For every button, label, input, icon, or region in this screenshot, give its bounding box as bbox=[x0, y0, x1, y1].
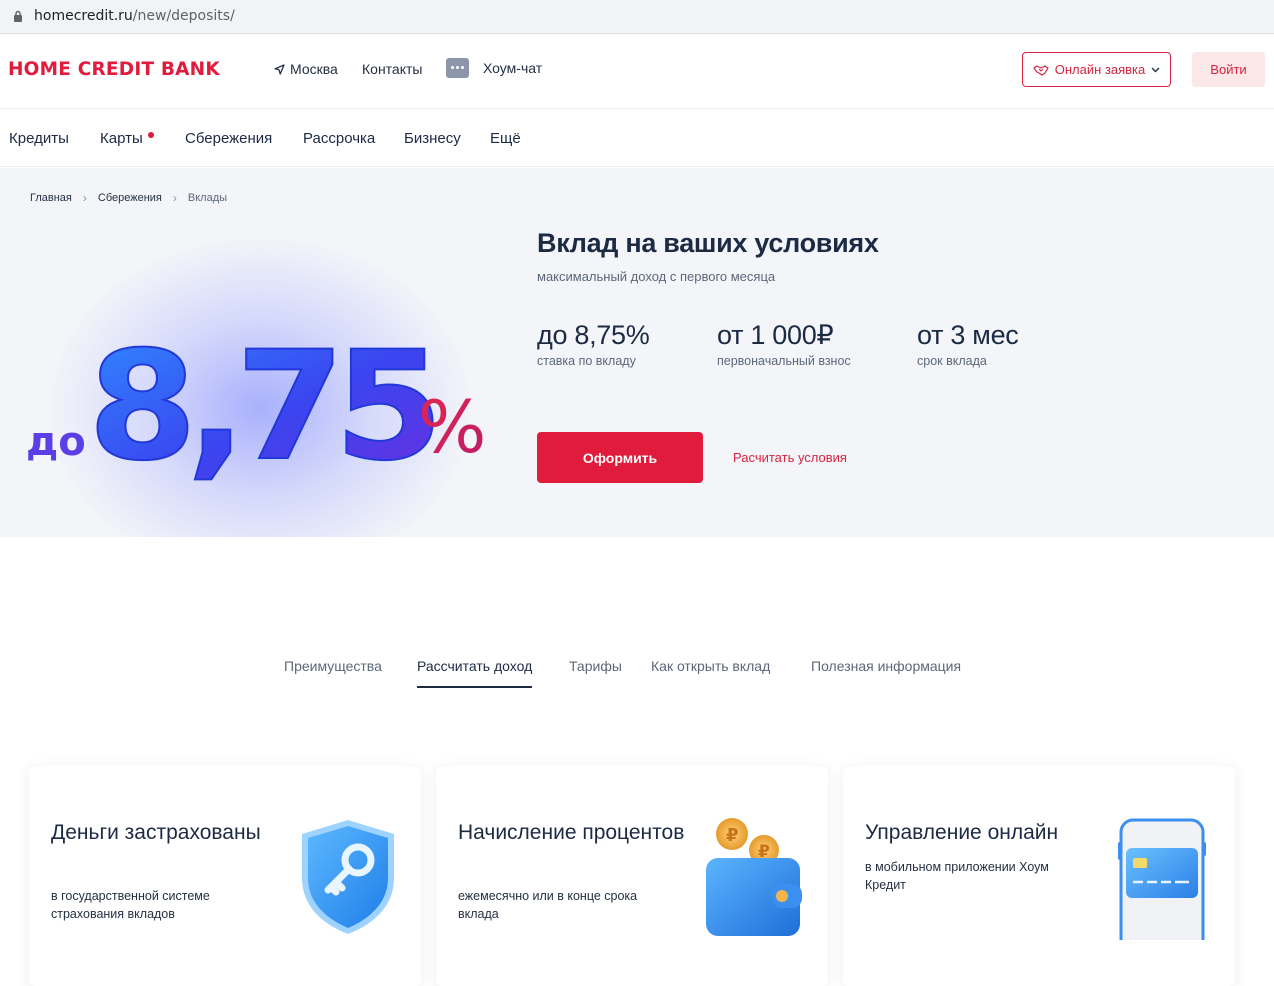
city-label: Москва bbox=[290, 61, 338, 77]
url-text[interactable]: homecredit.ru/new/deposits/ bbox=[34, 8, 235, 24]
lock-icon bbox=[14, 10, 22, 22]
calculate-conditions-link[interactable]: Расчитать условия bbox=[733, 450, 847, 465]
nav-item-installments[interactable]: Рассрочка bbox=[303, 130, 375, 147]
city-selector[interactable]: Москва bbox=[274, 61, 338, 77]
tab-calculate-income[interactable]: Рассчитать доход bbox=[417, 658, 533, 688]
chat-bubble-icon bbox=[446, 58, 469, 78]
stat-term: от 3 мес срок вклада bbox=[917, 320, 1019, 368]
stat-label: первоначальный взнос bbox=[717, 354, 851, 368]
nav-item-cards-label: Карты bbox=[100, 130, 143, 147]
section-tabs: Преимущества Рассчитать доход Тарифы Как… bbox=[0, 658, 1274, 692]
tab-tariffs[interactable]: Тарифы bbox=[569, 658, 622, 686]
card-description: в мобильном приложении Хоум Кредит bbox=[865, 860, 1049, 892]
card-description: ежемесячно или в конце срока вклада bbox=[458, 889, 638, 921]
big-rate-graphic: до 8,75 % bbox=[26, 319, 486, 495]
stat-label: срок вклада bbox=[917, 354, 987, 368]
stat-rate: до 8,75% ставка по вкладу bbox=[537, 320, 650, 368]
advantage-card-interest: Начисление процентов ежемесячно или в ко… bbox=[436, 766, 828, 986]
nav-item-cards[interactable]: Карты bbox=[100, 130, 154, 147]
main-nav: Кредиты Карты Сбережения Рассрочка Бизне… bbox=[0, 110, 1274, 167]
stat-value: от 3 мес bbox=[917, 320, 1019, 350]
hero-title: Вклад на ваших условиях bbox=[537, 228, 879, 258]
nav-item-more[interactable]: Ещё bbox=[490, 130, 521, 147]
tab-useful-info[interactable]: Полезная информация bbox=[811, 658, 961, 686]
new-badge-dot bbox=[147, 132, 154, 138]
tab-advantages[interactable]: Преимущества bbox=[284, 658, 382, 686]
url-path: /new/deposits/ bbox=[132, 8, 235, 24]
browser-address-bar[interactable]: homecredit.ru/new/deposits/ bbox=[0, 0, 1274, 34]
stat-initial-deposit: от 1 000₽ первоначальный взнос bbox=[717, 320, 851, 368]
svg-text:₽: ₽ bbox=[726, 825, 739, 846]
chat-link[interactable]: Хоум-чат bbox=[446, 58, 542, 78]
nav-item-credits[interactable]: Кредиты bbox=[9, 130, 69, 147]
url-host: homecredit.ru bbox=[34, 8, 133, 24]
card-title: Управление онлайн bbox=[865, 821, 1059, 844]
home-credit-logo[interactable]: HOME CREDIT BANK bbox=[8, 59, 220, 80]
shield-key-icon bbox=[302, 820, 394, 934]
location-arrow-icon bbox=[274, 63, 285, 75]
stat-value: до 8,75% bbox=[537, 320, 650, 350]
big-rate-value: 8,75 bbox=[88, 320, 433, 494]
advantage-card-online: Управление онлайн в мобильном приложении… bbox=[843, 766, 1235, 986]
phone-card-icon bbox=[1118, 818, 1206, 940]
hero-section: Главная › Сбережения › Вклады до 8,75 % … bbox=[0, 168, 1274, 537]
tab-how-to-open[interactable]: Как открыть вклад bbox=[651, 658, 770, 686]
big-rate-prefix: до bbox=[26, 419, 86, 465]
hero-subtitle: максимальный доход с первого месяца bbox=[537, 269, 776, 284]
apply-deposit-button[interactable]: Оформить bbox=[537, 432, 703, 483]
card-title: Начисление процентов bbox=[458, 821, 685, 844]
nav-item-savings[interactable]: Сбережения bbox=[185, 130, 272, 147]
online-application-label: Онлайн заявка bbox=[1054, 62, 1146, 77]
handshake-icon bbox=[1033, 64, 1049, 76]
stat-label: ставка по вкладу bbox=[537, 354, 636, 368]
login-button[interactable]: Войти bbox=[1192, 52, 1265, 87]
stat-value: от 1 000₽ bbox=[717, 320, 834, 350]
chat-label: Хоум-чат bbox=[483, 60, 543, 76]
site-header: HOME CREDIT BANK Москва Контакты Хоум-ча… bbox=[0, 35, 1274, 109]
card-description: в государственной системе страхования вк… bbox=[51, 889, 210, 921]
advantage-card-insured: Деньги застрахованы в государственной си… bbox=[29, 766, 421, 986]
big-rate-percent: % bbox=[418, 385, 486, 469]
chevron-down-icon bbox=[1151, 67, 1160, 72]
contacts-link[interactable]: Контакты bbox=[362, 61, 422, 77]
card-title: Деньги застрахованы bbox=[51, 821, 261, 844]
wallet-coins-icon: ₽ ₽ bbox=[706, 818, 802, 936]
online-application-button[interactable]: Онлайн заявка bbox=[1022, 52, 1171, 87]
nav-item-business[interactable]: Бизнесу bbox=[404, 130, 461, 147]
